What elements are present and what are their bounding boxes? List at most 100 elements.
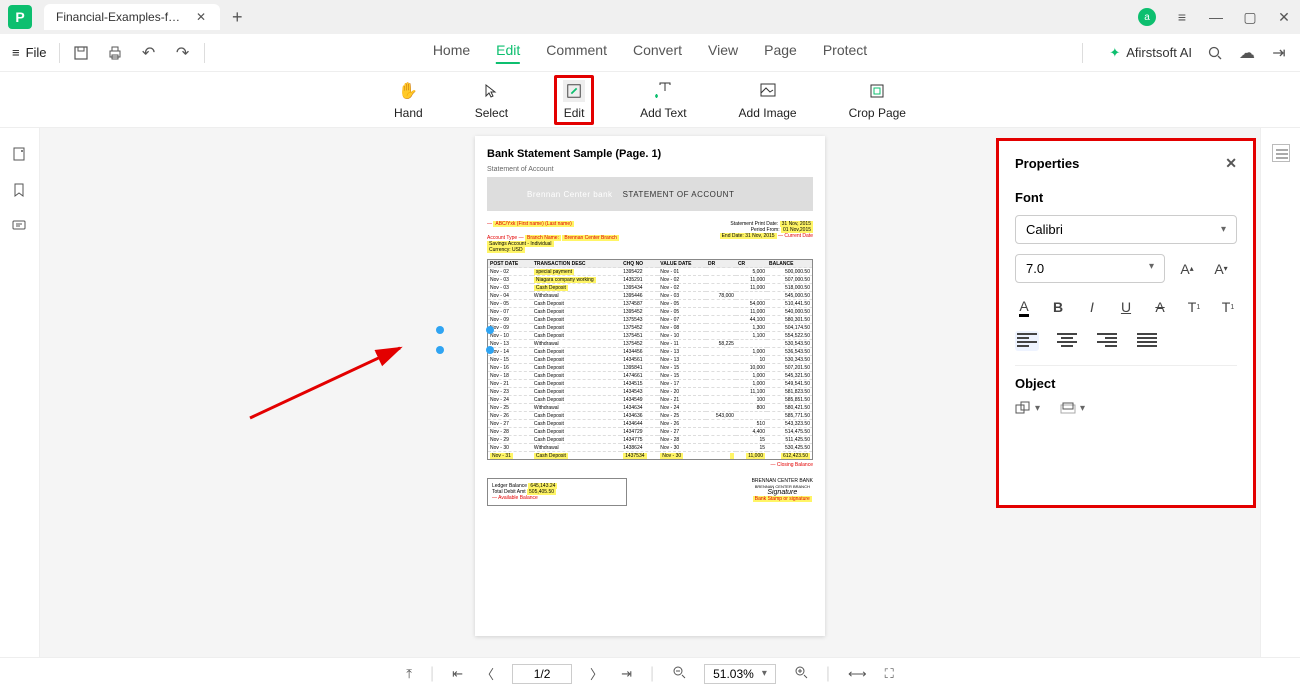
main-tab-convert[interactable]: Convert bbox=[633, 42, 682, 64]
table-row: Nov - 29Cash Deposit1434775Nov - 2815511… bbox=[488, 436, 813, 444]
table-row: Nov - 07Cash Deposit1395452Nov - 0511,00… bbox=[488, 308, 813, 316]
next-page-icon[interactable]: 〉 bbox=[590, 664, 603, 683]
print-icon[interactable] bbox=[106, 44, 124, 62]
table-row: Nov - 09Cash Deposit1375452Nov - 081,300… bbox=[488, 324, 813, 332]
font-family-select[interactable]: Calibri ▾ bbox=[1015, 215, 1237, 244]
comments-icon[interactable] bbox=[11, 218, 29, 236]
properties-panel: Properties ✕ Font Calibri ▾ 7.0 ▾ A▴ A▾ … bbox=[996, 138, 1256, 508]
table-row: Nov - 24Cash Deposit1434549Nov - 2110058… bbox=[488, 396, 813, 404]
subscript-icon[interactable]: T1 bbox=[1219, 295, 1237, 319]
crop-icon bbox=[866, 80, 888, 102]
zoom-select[interactable]: 51.03%▾ bbox=[704, 664, 776, 684]
table-row: Nov - 02special payment1395422Nov - 015,… bbox=[488, 268, 813, 276]
underline-icon[interactable]: U bbox=[1117, 295, 1135, 319]
page-subtitle: Statement of Account bbox=[487, 166, 813, 173]
increase-font-icon[interactable]: A▴ bbox=[1175, 257, 1199, 281]
user-avatar[interactable]: a bbox=[1138, 8, 1156, 26]
maximize-icon[interactable]: ▢ bbox=[1242, 9, 1258, 26]
align-left-icon[interactable] bbox=[1015, 331, 1039, 351]
cloud-icon[interactable]: ☁ bbox=[1238, 44, 1256, 62]
zoom-out-icon[interactable] bbox=[672, 665, 686, 682]
image-icon bbox=[757, 80, 779, 102]
annot-address: — ABC/Yxk (First name) (Last name) bbox=[487, 221, 619, 227]
main-tab-home[interactable]: Home bbox=[433, 42, 470, 64]
edit-label: Edit bbox=[564, 106, 585, 120]
save-icon[interactable] bbox=[72, 44, 90, 62]
bookmark-icon[interactable] bbox=[11, 182, 29, 200]
align-right-icon[interactable] bbox=[1095, 331, 1119, 351]
properties-toggle-icon[interactable] bbox=[1272, 144, 1290, 162]
add-image-label: Add Image bbox=[739, 106, 797, 120]
page-number-input[interactable] bbox=[512, 664, 572, 684]
table-row: Nov - 10Cash Deposit1375451Nov - 101,100… bbox=[488, 332, 813, 340]
edit-handle[interactable] bbox=[486, 346, 494, 354]
prev-page-icon[interactable]: 〈 bbox=[481, 664, 494, 683]
undo-icon[interactable]: ↶ bbox=[140, 44, 158, 62]
italic-icon[interactable]: I bbox=[1083, 295, 1101, 319]
decrease-font-icon[interactable]: A▾ bbox=[1209, 257, 1233, 281]
main-tab-protect[interactable]: Protect bbox=[823, 42, 867, 64]
text-color-icon[interactable]: A bbox=[1015, 295, 1033, 319]
fit-width-icon[interactable]: ⟷ bbox=[848, 666, 867, 682]
close-window-icon[interactable]: ✕ bbox=[1276, 9, 1292, 26]
edit-handle[interactable] bbox=[436, 346, 444, 354]
first-page-icon[interactable]: ⇤ bbox=[452, 666, 463, 682]
fit-page-icon[interactable]: ⛶ bbox=[885, 666, 894, 682]
search-icon[interactable] bbox=[1206, 44, 1224, 62]
bold-icon[interactable]: B bbox=[1049, 295, 1067, 319]
select-label: Select bbox=[475, 106, 508, 120]
font-family-value: Calibri bbox=[1026, 222, 1063, 237]
edit-tool[interactable]: Edit bbox=[554, 75, 594, 125]
main-tab-edit[interactable]: Edit bbox=[496, 42, 520, 64]
last-page-icon[interactable]: ⇥ bbox=[621, 666, 632, 682]
minimize-icon[interactable]: — bbox=[1208, 9, 1224, 25]
align-justify-icon[interactable] bbox=[1135, 331, 1159, 351]
edit-toolbar: ✋ Hand Select Edit Add Text Add Image Cr… bbox=[0, 72, 1300, 128]
document-tab[interactable]: Financial-Examples-for-I... ✕ bbox=[44, 4, 220, 30]
main-tab-page[interactable]: Page bbox=[764, 42, 797, 64]
ai-button[interactable]: ✦ Afirstsoft AI bbox=[1109, 45, 1192, 61]
arrange-button[interactable]: ▾ bbox=[1015, 401, 1040, 415]
main-tab-view[interactable]: View bbox=[708, 42, 738, 64]
hamburger-icon[interactable]: ≡ bbox=[1174, 9, 1190, 25]
annot-currency: Currency: USD bbox=[487, 247, 619, 253]
divider bbox=[59, 43, 60, 63]
table-row: Nov - 03Cash Deposit1395434Nov - 0211,00… bbox=[488, 284, 813, 292]
edit-handle[interactable] bbox=[486, 326, 494, 334]
strikethrough-icon[interactable]: A bbox=[1151, 295, 1169, 319]
thumbnails-icon[interactable] bbox=[11, 146, 29, 164]
main-tab-comment[interactable]: Comment bbox=[546, 42, 607, 64]
table-row: Nov - 15Cash Deposit1434561Nov - 1310530… bbox=[488, 356, 813, 364]
new-tab-button[interactable]: + bbox=[232, 7, 243, 28]
redo-icon[interactable]: ↷ bbox=[174, 44, 192, 62]
tab-close-icon[interactable]: ✕ bbox=[194, 10, 208, 24]
add-image-tool[interactable]: Add Image bbox=[733, 78, 803, 122]
menubar: ≡ File ↶ ↷ Home Edit Comment Convert View Pag… bbox=[0, 34, 1300, 72]
scroll-top-icon[interactable]: ⤒ bbox=[406, 666, 412, 682]
table-row: Nov - 31Cash Deposit1437534Nov - 3011,00… bbox=[488, 452, 813, 460]
hand-tool[interactable]: ✋ Hand bbox=[388, 78, 429, 122]
hand-label: Hand bbox=[394, 106, 423, 120]
file-menu[interactable]: ≡ File bbox=[12, 45, 47, 60]
table-row: Nov - 04Withdrawal1395446Nov - 0378,0005… bbox=[488, 292, 813, 300]
tab-title: Financial-Examples-for-I... bbox=[56, 10, 186, 24]
divider bbox=[1015, 365, 1237, 366]
zoom-in-icon[interactable] bbox=[794, 665, 808, 682]
superscript-icon[interactable]: T1 bbox=[1185, 295, 1203, 319]
align-center-icon[interactable] bbox=[1055, 331, 1079, 351]
object-section-label: Object bbox=[1015, 376, 1237, 391]
select-tool[interactable]: Select bbox=[469, 78, 514, 122]
font-size-select[interactable]: 7.0 ▾ bbox=[1015, 254, 1165, 283]
document-page: Bank Statement Sample (Page. 1) Statemen… bbox=[475, 136, 825, 636]
close-panel-icon[interactable]: ✕ bbox=[1225, 155, 1237, 172]
edit-handle[interactable] bbox=[436, 326, 444, 334]
page-heading: Bank Statement Sample (Page. 1) bbox=[487, 148, 813, 160]
table-row: Nov - 13Withdrawal1375452Nov - 1158,2255… bbox=[488, 340, 813, 348]
table-row: Nov - 03Niagara company working1435291No… bbox=[488, 276, 813, 284]
left-rail bbox=[0, 128, 40, 657]
panel-toggle-icon[interactable]: ⇥ bbox=[1270, 44, 1288, 62]
add-text-label: Add Text bbox=[640, 106, 686, 120]
add-text-tool[interactable]: Add Text bbox=[634, 78, 692, 122]
layer-button[interactable]: ▾ bbox=[1060, 401, 1085, 415]
crop-page-tool[interactable]: Crop Page bbox=[843, 78, 912, 122]
